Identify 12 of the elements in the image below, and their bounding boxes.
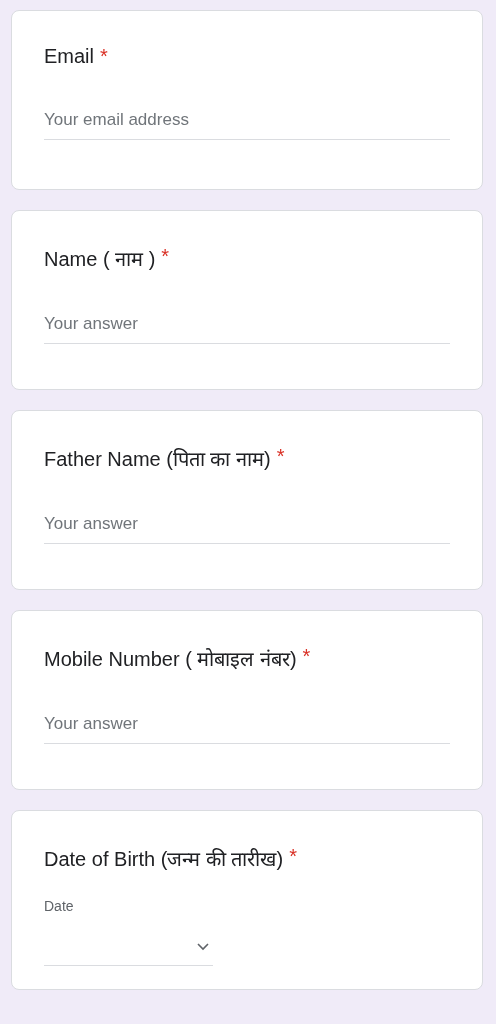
date-label: Date	[44, 898, 74, 914]
question-title: Date of Birth (जन्म की तारीख)	[44, 847, 284, 872]
caret-icon	[197, 942, 209, 951]
required-asterisk: *	[276, 445, 285, 469]
required-asterisk: *	[161, 245, 170, 269]
question-title: Father Name (पिता का नाम)	[44, 447, 271, 472]
question-title: Mobile Number ( मोबाइल नंबर)	[44, 647, 297, 672]
required-asterisk: *	[100, 45, 108, 68]
required-asterisk: *	[289, 845, 297, 869]
question-title: Email	[44, 45, 94, 68]
question-title: Name ( नाम )	[44, 247, 156, 272]
required-asterisk: *	[302, 645, 311, 669]
